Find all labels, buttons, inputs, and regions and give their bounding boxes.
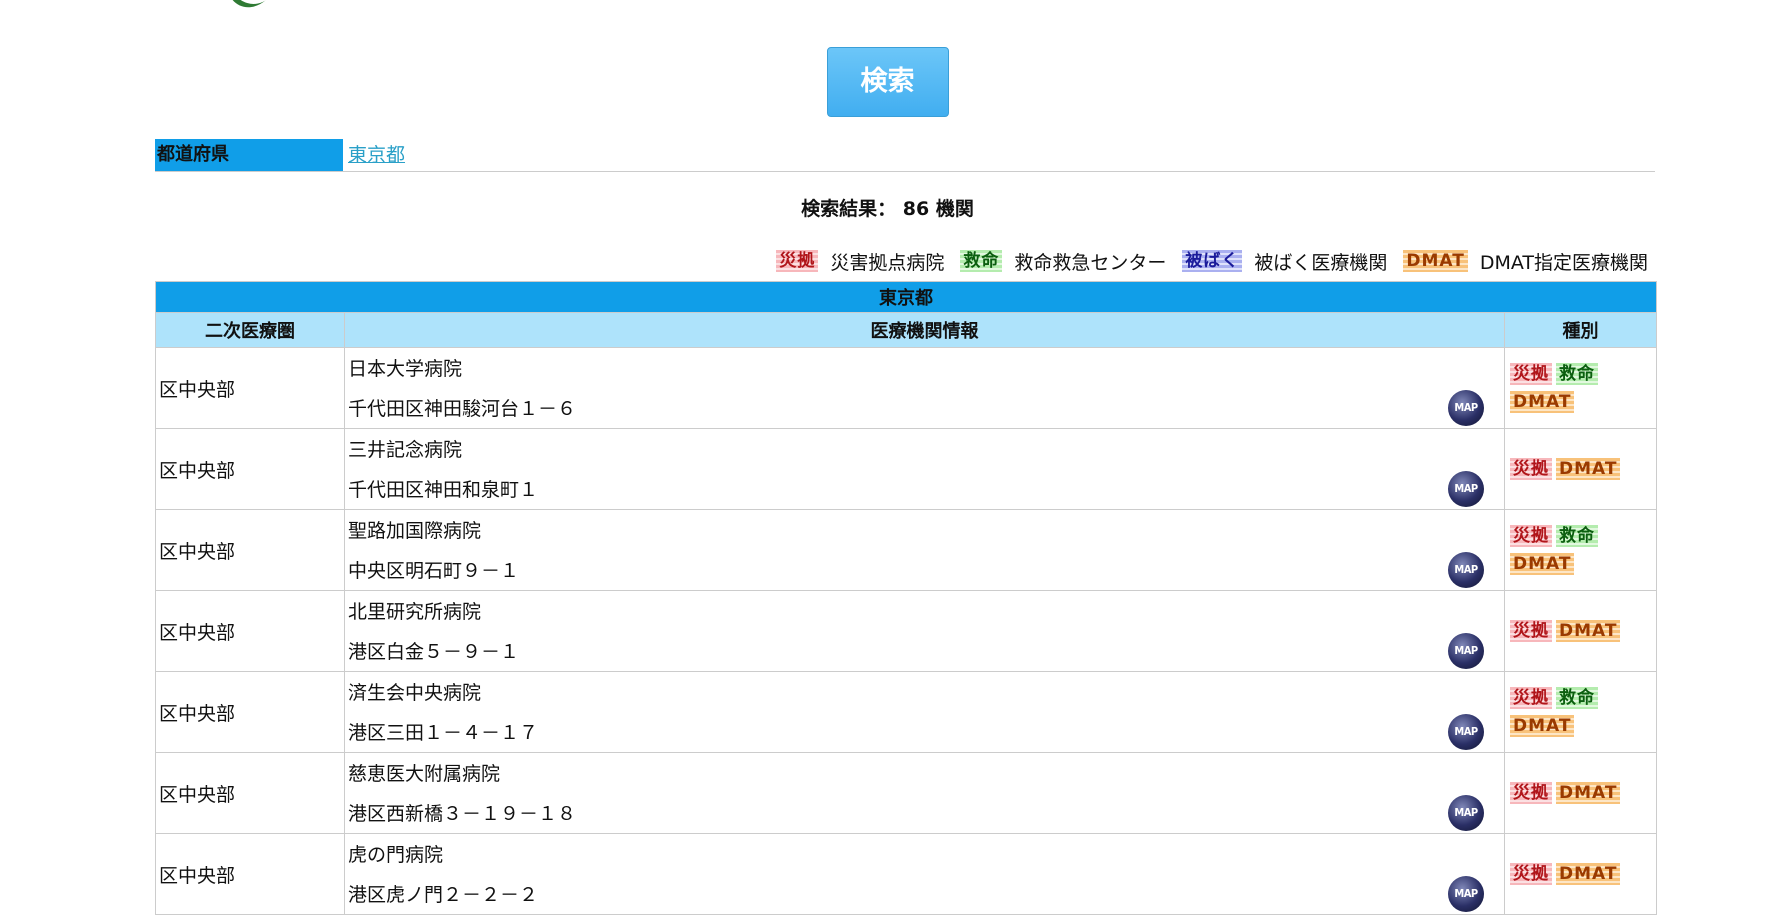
- hospital-address: 港区虎ノ門２－２－２: [348, 884, 539, 906]
- type-badge-icon: 災拠: [1510, 525, 1552, 547]
- hospital-table: 東京都 二次医療圏 医療機関情報 種別 区中央部 日本大学病院 千代田区神田駿河台１…: [154, 281, 1658, 915]
- type-badge-icon: 災拠: [1510, 458, 1552, 480]
- type-badge-icon: 救命: [960, 250, 1003, 272]
- table-row: 区中央部 日本大学病院千代田区神田駿河台１－６ MAP 災拠 救命 DMAT: [155, 347, 1658, 429]
- hospital-name: 済生会中央病院: [348, 682, 482, 704]
- type-badge-icon: 救命: [1556, 687, 1598, 709]
- hospital-name: 三井記念病院: [348, 439, 463, 461]
- hospital-info-cell: 慈恵医大附属病院港区西新橋３－１９－１８ MAP: [344, 752, 1505, 834]
- result-count: 検索結果： 86 機関: [801, 198, 974, 220]
- logo-leaf-icon: [232, 0, 266, 8]
- hospital-info-cell: 北里研究所病院港区白金５－９－１ MAP: [344, 590, 1505, 672]
- map-icon[interactable]: MAP: [1448, 795, 1484, 831]
- type-badge-icon: 救命: [1556, 363, 1598, 385]
- type-badge-icon: DMAT: [1556, 863, 1621, 885]
- type-badge-icon: DMAT: [1403, 250, 1468, 272]
- type-badge-icon: 被ばく: [1182, 250, 1243, 272]
- table-row: 区中央部 慈恵医大附属病院港区西新橋３－１９－１８ MAP 災拠 DMAT: [155, 752, 1658, 834]
- legend-item: 災拠 災害拠点病院: [776, 248, 950, 275]
- column-header-area: 二次医療圏: [155, 312, 345, 348]
- legend-label: 災害拠点病院: [830, 251, 945, 274]
- type-badge-icon: 災拠: [1510, 620, 1552, 642]
- type-badge-icon: 災拠: [1510, 863, 1552, 885]
- type-cell: 災拠 DMAT: [1503, 833, 1658, 915]
- column-header-info: 医療機関情報: [344, 312, 1505, 348]
- table-row: 区中央部 虎の門病院港区虎ノ門２－２－２ MAP 災拠 DMAT: [155, 833, 1658, 915]
- type-badge-icon: DMAT: [1510, 553, 1575, 575]
- type-cell: 災拠 DMAT: [1503, 752, 1658, 834]
- table-prefecture-heading: 東京都: [154, 281, 1658, 313]
- area-cell: 区中央部: [155, 671, 345, 753]
- legend-label: 救命救急センター: [1014, 251, 1167, 274]
- hospital-name: 日本大学病院: [348, 358, 463, 380]
- hospital-info-cell: 済生会中央病院港区三田１－４－１７ MAP: [344, 671, 1505, 753]
- map-icon[interactable]: MAP: [1448, 714, 1484, 750]
- hospital-address: 千代田区神田和泉町１: [348, 479, 539, 501]
- legend-label: 被ばく医療機関: [1254, 251, 1388, 274]
- type-badge-icon: 災拠: [1510, 363, 1552, 385]
- type-badge-icon: 災拠: [1510, 687, 1552, 709]
- table-row: 区中央部 北里研究所病院港区白金５－９－１ MAP 災拠 DMAT: [155, 590, 1658, 672]
- map-icon[interactable]: MAP: [1448, 876, 1484, 912]
- table-row: 区中央部 三井記念病院千代田区神田和泉町１ MAP 災拠 DMAT: [155, 428, 1658, 510]
- area-cell: 区中央部: [155, 590, 345, 672]
- table-row: 区中央部 済生会中央病院港区三田１－４－１７ MAP 災拠 救命 DMAT: [155, 671, 1658, 753]
- hospital-info-cell: 三井記念病院千代田区神田和泉町１ MAP: [344, 428, 1505, 510]
- hospital-address: 港区三田１－４－１７: [348, 722, 539, 744]
- table-row: 区中央部 聖路加国際病院中央区明石町９－１ MAP 災拠 救命 DMAT: [155, 509, 1658, 591]
- hospital-name: 聖路加国際病院: [348, 520, 482, 542]
- map-icon[interactable]: MAP: [1448, 633, 1484, 669]
- type-badge-icon: DMAT: [1556, 620, 1621, 642]
- hospital-info-cell: 日本大学病院千代田区神田駿河台１－６ MAP: [344, 347, 1505, 429]
- hospital-address: 千代田区神田駿河台１－６: [348, 398, 577, 420]
- hospital-info-cell: 虎の門病院港区虎ノ門２－２－２ MAP: [344, 833, 1505, 915]
- hospital-name: 慈恵医大附属病院: [348, 763, 501, 785]
- column-header-type: 種別: [1503, 312, 1658, 348]
- hospital-address: 港区西新橋３－１９－１８: [348, 803, 577, 825]
- legend-label: DMAT指定医療機関: [1479, 251, 1648, 274]
- hospital-address: 港区白金５－９－１: [348, 641, 520, 663]
- map-icon[interactable]: MAP: [1448, 390, 1484, 426]
- type-badge-icon: DMAT: [1556, 782, 1621, 804]
- map-icon[interactable]: MAP: [1448, 552, 1484, 588]
- area-cell: 区中央部: [155, 347, 345, 429]
- hospital-name: 虎の門病院: [348, 844, 444, 866]
- type-cell: 災拠 救命 DMAT: [1503, 347, 1658, 429]
- type-badge-icon: 災拠: [776, 250, 819, 272]
- map-icon[interactable]: MAP: [1448, 471, 1484, 507]
- legend-item: DMAT DMAT指定医療機関: [1403, 248, 1654, 275]
- hospital-info-cell: 聖路加国際病院中央区明石町９－１ MAP: [344, 509, 1505, 591]
- prefecture-label: 都道府県: [155, 139, 343, 171]
- legend-item: 被ばく 被ばく医療機関: [1182, 248, 1393, 275]
- type-badge-icon: 災拠: [1510, 782, 1552, 804]
- area-cell: 区中央部: [155, 833, 345, 915]
- prefecture-link[interactable]: 東京都: [348, 139, 405, 171]
- prefecture-filter-row: 都道府県 東京都: [155, 139, 1655, 172]
- area-cell: 区中央部: [155, 428, 345, 510]
- type-cell: 災拠 DMAT: [1503, 428, 1658, 510]
- type-cell: 災拠 DMAT: [1503, 590, 1658, 672]
- area-cell: 区中央部: [155, 509, 345, 591]
- type-badge-icon: DMAT: [1556, 458, 1621, 480]
- type-badge-icon: DMAT: [1510, 391, 1575, 413]
- type-badge-icon: DMAT: [1510, 715, 1575, 737]
- hospital-address: 中央区明石町９－１: [348, 560, 520, 582]
- search-button[interactable]: 検索: [826, 47, 949, 117]
- type-badge-icon: 救命: [1556, 525, 1598, 547]
- type-cell: 災拠 救命 DMAT: [1503, 509, 1658, 591]
- area-cell: 区中央部: [155, 752, 345, 834]
- type-cell: 災拠 救命 DMAT: [1503, 671, 1658, 753]
- search-area: 検索: [0, 47, 1775, 117]
- legend-item: 救命 救命救急センター: [960, 248, 1172, 275]
- hospital-name: 北里研究所病院: [348, 601, 482, 623]
- type-legend: 災拠 災害拠点病院 救命 救命救急センター 被ばく 被ばく医療機関 DMAT DMAT指定医療…: [776, 246, 1654, 276]
